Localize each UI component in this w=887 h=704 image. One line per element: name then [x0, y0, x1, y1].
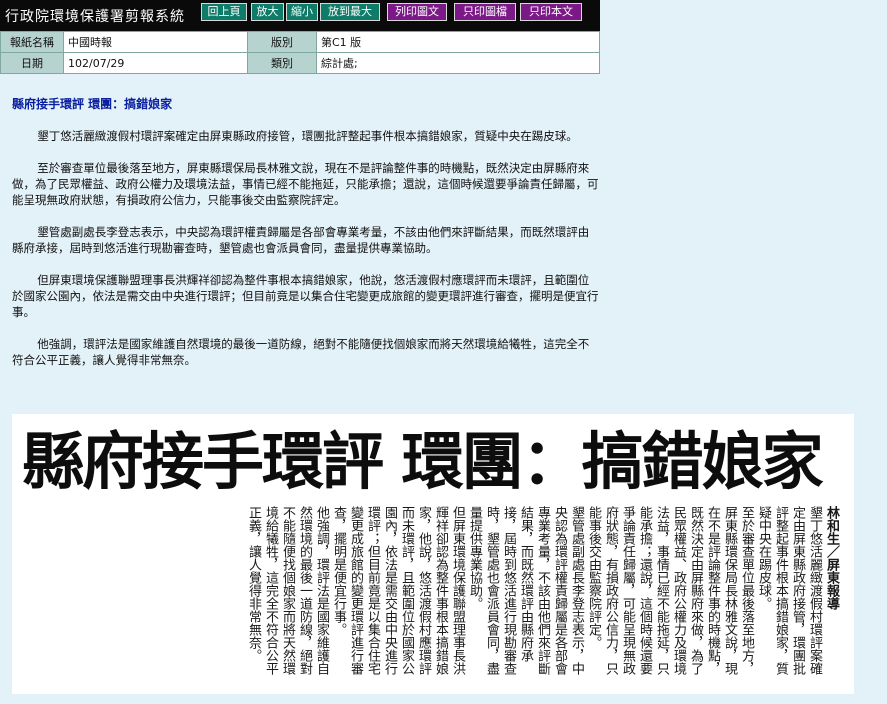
clipping-column-text: 林和生／屏東報導 墾丁悠活麗緻渡假村環評案確定由屏東縣政府接管，環團批評整起事件… [20, 506, 840, 686]
article-paragraph: 墾丁悠活麗緻渡假村環評案確定由屏東縣政府接管，環團批評整起事件根本搞錯娘家，質疑… [37, 129, 578, 143]
date-label: 日期 [0, 52, 64, 74]
clipping-paragraph: 至於審查單位最後落至地方，屏東縣環保局長林雅文說，現在不是評論整件事的時機點，既… [586, 506, 754, 675]
paper-label: 報紙名稱 [0, 31, 64, 53]
clipping-meta-table: 報紙名稱 中國時報 版別 第C1 版 日期 102/07/29 類別 綜計處; [0, 31, 600, 74]
article-paragraph: 墾管處副處長李登志表示，中央認為環評權責歸屬是各部會專業考量，不該由他們來評斷結… [12, 225, 590, 255]
newspaper-clipping-image: 縣府接手環評 環團：搞錯娘家 林和生／屏東報導 墾丁悠活麗緻渡假村環評案確定由屏… [12, 414, 854, 694]
article-body: 墾丁悠活麗緻渡假村環評案確定由屏東縣政府接管，環團批評整起事件根本搞錯娘家，質疑… [12, 128, 600, 384]
print-image-button[interactable]: 只印圖檔 [454, 3, 516, 21]
system-title: 行政院環境保護署剪報系統 [5, 9, 185, 25]
clipping-paragraph: 但屏東環境保護聯盟理事長洪輝祥卻認為整件事根本搞錯娘家，他說，悠活渡假村應環評而… [331, 506, 465, 675]
paper-value: 中國時報 [63, 31, 248, 53]
edition-value: 第C1 版 [316, 31, 600, 53]
zoom-max-button[interactable]: 放到最大 [320, 3, 380, 21]
zoom-out-button[interactable]: 縮小 [286, 3, 318, 21]
category-value: 綜計處; [316, 52, 600, 74]
back-button[interactable]: 回上頁 [201, 3, 247, 21]
zoom-in-button[interactable]: 放大 [251, 3, 284, 21]
clipping-paragraph: 墾管處副處長李登志表示，中央認為環評權責歸屬是各部會專業考量，不該由他們來評斷結… [467, 506, 584, 675]
date-value: 102/07/29 [63, 52, 248, 74]
category-label: 類別 [247, 52, 317, 74]
print-text-image-button[interactable]: 列印圖文 [387, 3, 447, 21]
article-paragraph: 至於審查單位最後落至地方，屏東縣環保局長林雅文說，現在不是評論整件事的時機點，既… [12, 161, 599, 207]
clipping-title: 縣府接手環評 環團：搞錯娘家 [22, 425, 824, 498]
article-headline: 縣府接手環評 環團：搞錯娘家 [12, 97, 173, 111]
clipping-paragraph: 墾丁悠活麗緻渡假村環評案確定由屏東縣政府接管，環團批評整起事件根本搞錯娘家，質疑… [756, 506, 822, 675]
print-text-button[interactable]: 只印本文 [520, 3, 582, 21]
edition-label: 版別 [247, 31, 317, 53]
clipping-paragraph: 他強調，環評法是國家維護自然環境的最後一道防線，絕對不能隨便找個娘家而將天然環境… [246, 506, 329, 675]
article-paragraph: 他強調，環評法是國家維護自然環境的最後一道防線，絕對不能隨便找個娘家而將天然環境… [12, 337, 590, 367]
article-paragraph: 但屏東環境保護聯盟理事長洪輝祥卻認為整件事根本搞錯娘家，他說，悠活渡假村應環評而… [12, 273, 599, 319]
clipping-byline: 林和生／屏東報導 [824, 506, 839, 610]
toolbar: 行政院環境保護署剪報系統 回上頁 放大 縮小 放到最大 列印圖文 只印圖檔 只印… [0, 0, 600, 31]
